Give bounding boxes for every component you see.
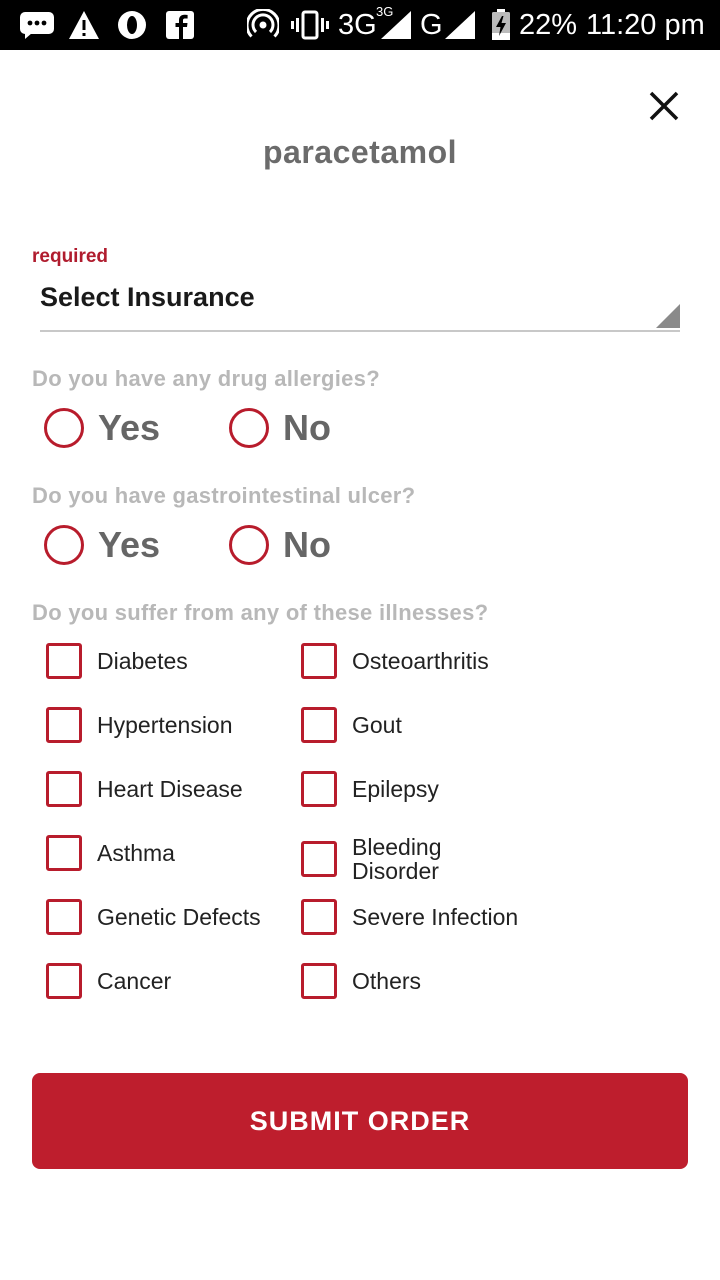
- submit-order-button[interactable]: SUBMIT ORDER: [32, 1073, 688, 1169]
- warning-icon: [68, 8, 100, 42]
- ulcer-yes-radio[interactable]: Yes: [44, 524, 160, 566]
- battery-percent: 22%: [519, 9, 578, 41]
- checkbox-label: Heart Disease: [97, 776, 243, 802]
- illness-checkbox-heart-disease[interactable]: Heart Disease: [46, 771, 243, 807]
- opera-icon: [116, 8, 148, 42]
- dropdown-arrow-icon: [656, 304, 680, 328]
- illness-checkbox-asthma[interactable]: Asthma: [46, 835, 175, 871]
- ulcer-question: Do you have gastrointestinal ulcer?: [32, 483, 416, 508]
- checkbox-label: Epilepsy: [352, 776, 439, 802]
- chat-icon: [18, 8, 56, 42]
- checkbox-icon: [46, 963, 82, 999]
- radio-label: No: [283, 524, 331, 565]
- checkbox-icon: [301, 707, 337, 743]
- ulcer-no-radio[interactable]: No: [229, 524, 331, 566]
- checkbox-label: Bleeding Disorder: [352, 834, 442, 884]
- checkbox-icon: [301, 643, 337, 679]
- radio-label: Yes: [98, 524, 161, 565]
- illness-checkbox-genetic-defects[interactable]: Genetic Defects: [46, 899, 261, 935]
- checkbox-label: Osteoarthritis: [352, 648, 489, 674]
- checkbox-icon: [46, 771, 82, 807]
- checkbox-label: Gout: [352, 712, 402, 738]
- clock: 11:20 pm: [586, 9, 705, 41]
- signal-icon: [444, 8, 476, 42]
- illness-checkbox-severe-infection[interactable]: Severe Infection: [301, 899, 518, 935]
- radio-circle-icon: [229, 408, 269, 448]
- hotspot-icon: [246, 8, 280, 42]
- checkbox-icon: [301, 963, 337, 999]
- radio-circle-icon: [44, 525, 84, 565]
- network-3g-label: 3G: [338, 9, 377, 41]
- illness-checkbox-cancer[interactable]: Cancer: [46, 963, 171, 999]
- allergies-yes-radio[interactable]: Yes: [44, 407, 160, 449]
- checkbox-icon: [46, 899, 82, 935]
- checkbox-label: Asthma: [97, 840, 175, 866]
- checkbox-icon: [301, 771, 337, 807]
- status-bar: 3G 3G G 22% 11:20 pm: [0, 0, 720, 50]
- vibrate-icon: [290, 8, 330, 42]
- illness-checkbox-gout[interactable]: Gout: [301, 707, 402, 743]
- illness-checkbox-epilepsy[interactable]: Epilepsy: [301, 771, 439, 807]
- allergies-question: Do you have any drug allergies?: [32, 366, 380, 391]
- illness-checkbox-hypertension[interactable]: Hypertension: [46, 707, 233, 743]
- radio-label: No: [283, 407, 331, 448]
- checkbox-label: Hypertension: [97, 712, 233, 738]
- signal-icon: [380, 8, 412, 42]
- illness-checkbox-others[interactable]: Others: [301, 963, 421, 999]
- insurance-select-value: Select Insurance: [40, 282, 255, 312]
- radio-label: Yes: [98, 407, 161, 448]
- facebook-icon: [164, 8, 196, 42]
- insurance-select[interactable]: Select Insurance: [40, 276, 680, 332]
- checkbox-label: Diabetes: [97, 648, 188, 674]
- checkbox-label: Cancer: [97, 968, 172, 994]
- illnesses-question: Do you suffer from any of these illnesse…: [32, 600, 489, 625]
- checkbox-label: Others: [352, 968, 422, 994]
- radio-circle-icon: [44, 408, 84, 448]
- radio-circle-icon: [229, 525, 269, 565]
- battery-charging-icon: [490, 8, 512, 42]
- illness-checkbox-diabetes[interactable]: Diabetes: [46, 643, 188, 679]
- checkbox-label: Severe Infection: [352, 904, 519, 930]
- illness-checkbox-bleeding-disorder[interactable]: Bleeding Disorder: [301, 835, 442, 883]
- checkbox-icon: [301, 841, 337, 877]
- close-icon: [649, 91, 679, 121]
- close-button[interactable]: [640, 82, 688, 130]
- allergies-no-radio[interactable]: No: [229, 407, 331, 449]
- checkbox-label: Genetic Defects: [97, 904, 261, 930]
- checkbox-icon: [46, 835, 82, 871]
- checkbox-icon: [301, 899, 337, 935]
- checkbox-icon: [46, 643, 82, 679]
- network-g-label: G: [420, 9, 443, 41]
- page-title: paracetamol: [262, 134, 458, 170]
- illness-checkbox-osteoarthritis[interactable]: Osteoarthritis: [301, 643, 489, 679]
- required-label: required: [32, 246, 109, 267]
- checkbox-icon: [46, 707, 82, 743]
